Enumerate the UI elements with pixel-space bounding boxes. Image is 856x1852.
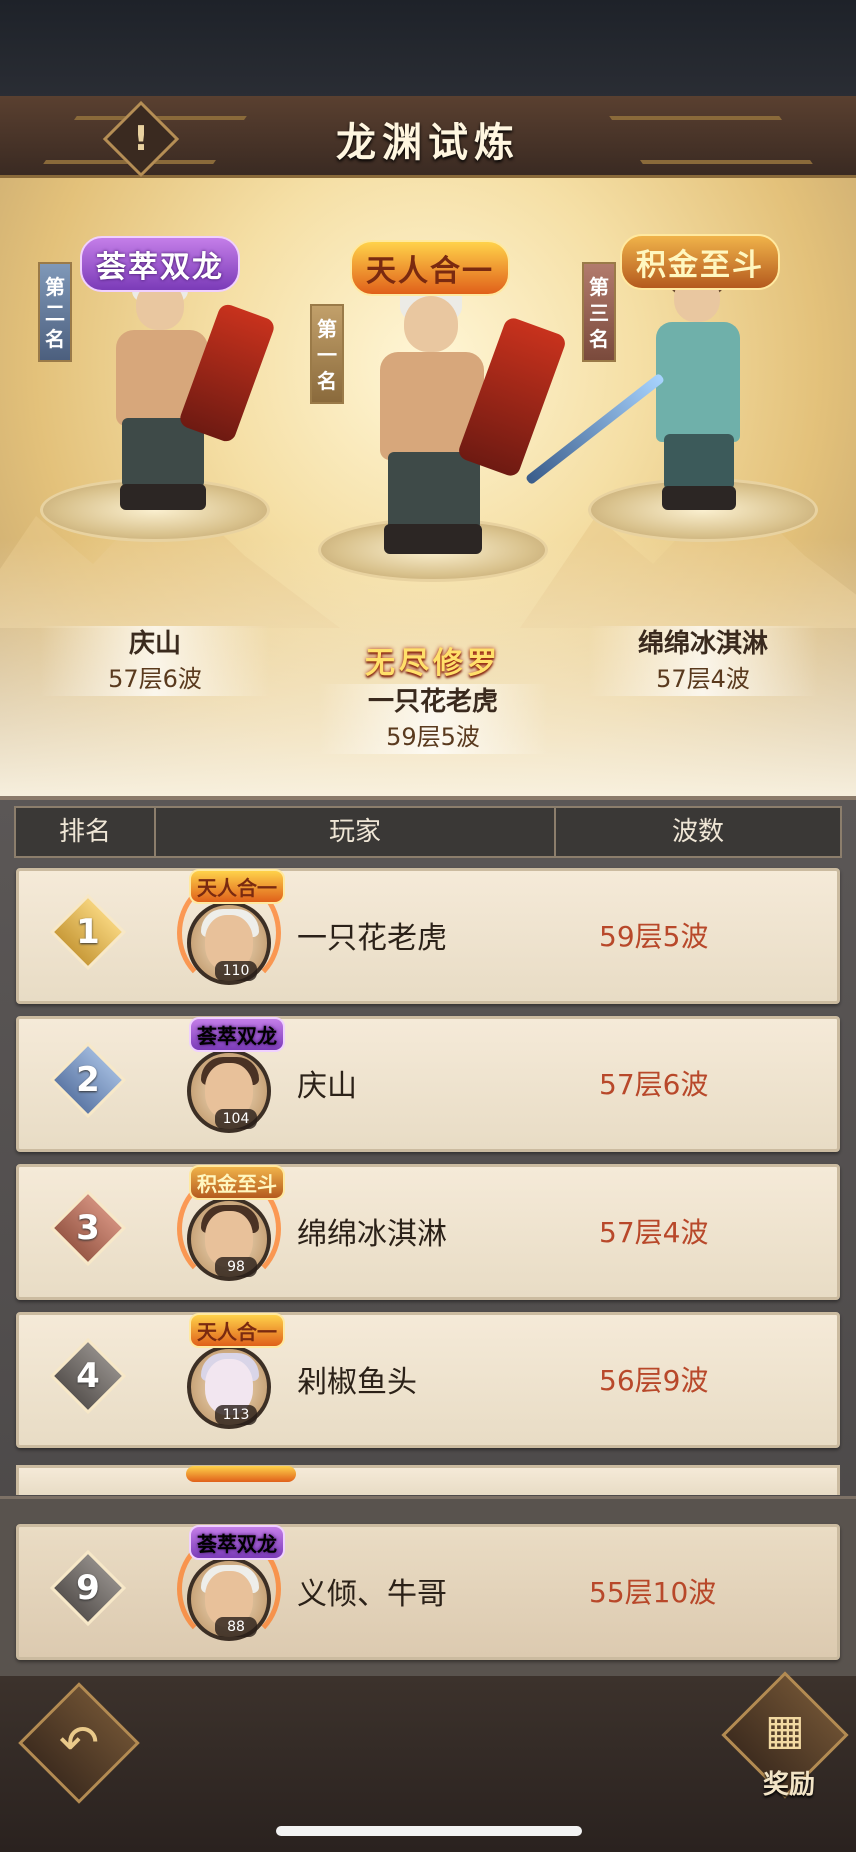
self-rank-row[interactable]: 9 88 荟萃双龙 义倾、牛哥 55层10波 [16, 1524, 840, 1660]
banner-first: 第一名 [310, 304, 344, 404]
avatar[interactable]: 88 [187, 1557, 271, 1641]
player-score: 57层6波 [599, 1068, 709, 1101]
rank-number: 9 [76, 1568, 100, 1608]
title-badge-third: 积金至斗 [620, 234, 780, 290]
info-icon[interactable]: ! [114, 112, 168, 166]
player-score: 59层5波 [599, 920, 709, 953]
rank-number: 3 [76, 1208, 100, 1248]
title-badge: 天人合一 [189, 1313, 285, 1348]
level-badge: 98 [215, 1257, 257, 1277]
player-name: 义倾、牛哥 [297, 1577, 447, 1612]
level-badge: 104 [215, 1109, 257, 1129]
rank-number: 2 [76, 1060, 100, 1100]
table-row[interactable]: 3 98 积金至斗 绵绵冰淇淋 57层4波 [16, 1164, 840, 1300]
header-player: 玩家 [328, 817, 381, 847]
flame-badge-icon [186, 1466, 296, 1482]
header-rank: 排名 [58, 817, 111, 847]
level-badge: 113 [215, 1405, 257, 1425]
podium-name-third: 绵绵冰淇淋 [637, 629, 768, 659]
table-header: 排名 玩家 波数 [14, 806, 842, 858]
rank-number: 1 [76, 912, 100, 952]
table-row[interactable]: 1 110 天人合一 一只花老虎 59层5波 [16, 868, 840, 1004]
podium-name-first: 一只花老虎 [367, 687, 498, 717]
banner-third: 第三名 [582, 262, 616, 362]
podium-plate-third: 绵绵冰淇淋 57层4波 [588, 626, 818, 696]
title-badge: 荟萃双龙 [189, 1017, 285, 1052]
banner-second: 第二名 [38, 262, 72, 362]
app-root: 龙渊试炼 ! 第二名 第一名 第三名 荟萃双龙 天人合一 积金至斗 庆山 57层… [0, 0, 856, 1852]
header-waves: 波数 [671, 817, 724, 847]
podium-score-third: 57层4波 [656, 665, 750, 693]
title-badge-second: 荟萃双龙 [80, 236, 240, 292]
podium-stage: 第二名 第一名 第三名 荟萃双龙 天人合一 积金至斗 庆山 57层6波 无尽修罗… [0, 178, 856, 798]
table-row[interactable]: 4 113 天人合一 剁椒鱼头 56层9波 [16, 1312, 840, 1448]
character-first[interactable] [330, 270, 568, 560]
reward-chest-icon[interactable]: ▦ [748, 1700, 822, 1760]
title-badge: 天人合一 [189, 869, 285, 904]
level-badge: 88 [215, 1617, 257, 1637]
podium-name-second: 庆山 [128, 629, 181, 659]
title-badge: 积金至斗 [189, 1165, 285, 1200]
player-score: 57层4波 [599, 1216, 709, 1249]
player-name: 庆山 [297, 1069, 357, 1104]
character-third[interactable] [524, 254, 800, 518]
back-arrow-icon[interactable]: ↶ [36, 1700, 122, 1786]
podium-plate-first: 一只花老虎 59层5波 [318, 684, 548, 754]
rank-number: 4 [76, 1356, 100, 1396]
table-row-partial[interactable] [16, 1465, 840, 1495]
special-title-first: 无尽修罗 [365, 646, 501, 681]
level-badge: 110 [215, 961, 257, 981]
home-indicator[interactable] [276, 1826, 582, 1836]
avatar[interactable]: 113 [187, 1345, 271, 1429]
player-score: 56层9波 [599, 1364, 709, 1397]
player-name: 剁椒鱼头 [297, 1365, 417, 1400]
podium-score-first: 59层5波 [386, 723, 480, 751]
player-score: 55层10波 [589, 1576, 717, 1609]
podium-score-second: 57层6波 [108, 665, 202, 693]
table-row[interactable]: 2 104 荟萃双龙 庆山 57层6波 [16, 1016, 840, 1152]
player-name: 绵绵冰淇淋 [297, 1217, 447, 1252]
title-badge: 荟萃双龙 [189, 1525, 285, 1560]
player-name: 一只花老虎 [297, 921, 447, 956]
reward-label[interactable]: 奖励 [744, 1764, 834, 1801]
character-second[interactable] [70, 258, 277, 518]
podium-plate-second: 庆山 57层6波 [40, 626, 270, 696]
avatar[interactable]: 104 [187, 1049, 271, 1133]
avatar[interactable]: 110 [187, 901, 271, 985]
title-badge-first: 天人合一 [350, 240, 510, 296]
avatar[interactable]: 98 [187, 1197, 271, 1281]
